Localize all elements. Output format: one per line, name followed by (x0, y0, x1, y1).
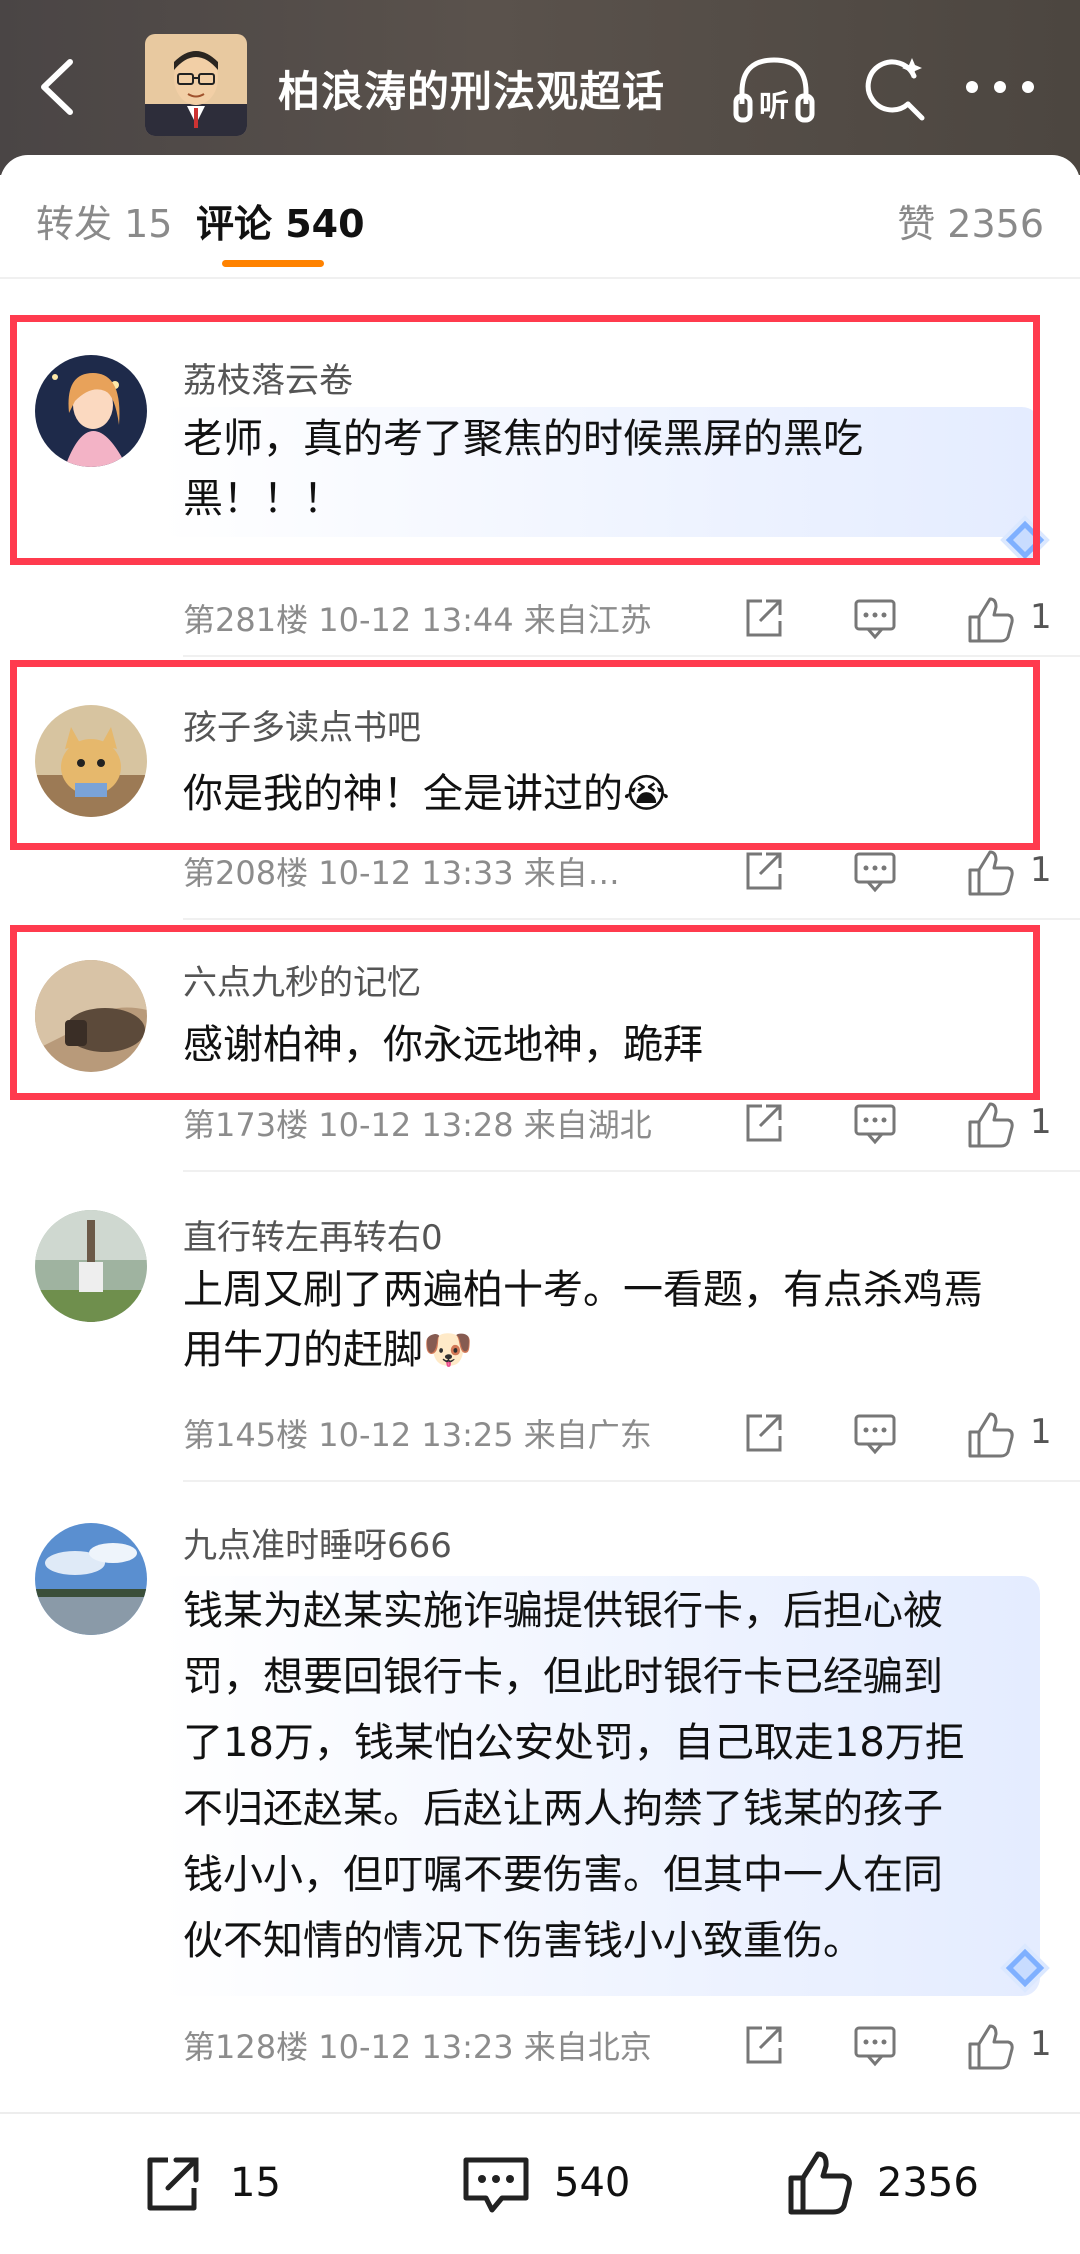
supertopic-avatar[interactable] (145, 34, 247, 136)
comment-text-line: 钱小小，但叮嘱不要伤害。但其中一人在同 (183, 1852, 943, 1898)
comment-meta: 第173楼 10-12 13:28 来自湖北 (183, 1106, 652, 1144)
divider (183, 655, 1080, 657)
avatar[interactable] (35, 1523, 147, 1635)
repost-icon[interactable] (740, 848, 786, 894)
doge-emoji: 🐶 (423, 1327, 473, 1373)
like-count: 1 (1030, 1102, 1052, 1142)
repost-icon[interactable] (740, 2022, 786, 2068)
comment-count: 540 (554, 2160, 631, 2206)
comment-text-line: 用牛刀的赶脚🐶 (183, 1327, 473, 1373)
username[interactable]: 九点准时睡呀666 (183, 1518, 452, 1567)
highlight-box (10, 660, 1040, 850)
like-icon (788, 2151, 852, 2215)
like-count: 1 (1030, 850, 1052, 890)
reply-icon[interactable] (852, 2022, 898, 2068)
like-button[interactable]: 2356 (785, 2151, 1005, 2216)
like-icon[interactable] (966, 1100, 1016, 1150)
comment-text-line: 上周又刷了两遍柏十考。一看题，有点杀鸡焉 (183, 1267, 983, 1313)
reply-icon[interactable] (852, 595, 898, 641)
tab-likes[interactable]: 赞 2356 (897, 193, 1044, 248)
divider (0, 277, 1080, 279)
comment-text-line: 了18万，钱某怕公安处罚，自己取走18万拒 (183, 1720, 965, 1766)
comment-actions: 1 (740, 848, 1052, 898)
repost-button[interactable]: 15 (140, 2152, 300, 2216)
highlight-box (10, 925, 1040, 1100)
comment-actions: 1 (740, 1410, 1052, 1460)
comment-text-line: 不归还赵某。后赵让两人拘禁了钱某的孩子 (183, 1786, 943, 1832)
tab-reposts[interactable]: 转发 15 (36, 193, 172, 248)
comment-text-line: 罚，想要回银行卡，但此时银行卡已经骗到 (183, 1654, 943, 1700)
like-count: 1 (1030, 597, 1052, 637)
listen-button[interactable]: 听 (732, 52, 816, 128)
comment-meta: 第208楼 10-12 13:33 来自… (183, 854, 620, 892)
back-icon[interactable] (34, 52, 84, 122)
repost-icon[interactable] (740, 1410, 786, 1456)
comment-meta: 第145楼 10-12 13:25 来自广东 (183, 1416, 652, 1454)
more-icon[interactable] (960, 52, 1040, 122)
comment-text: 上周又刷了两遍柏十考。一看题，有点杀鸡焉 用牛刀的赶脚🐶 (183, 1260, 1033, 1380)
like-icon[interactable] (966, 595, 1016, 645)
diamond-badge-icon (1000, 1943, 1050, 1993)
like-count: 1 (1030, 2024, 1052, 2064)
like-icon[interactable] (966, 2022, 1016, 2072)
active-tab-indicator (222, 260, 324, 267)
like-total: 2356 (877, 2160, 979, 2206)
divider (183, 918, 1080, 920)
bottom-action-bar: 15 540 2356 (0, 2112, 1080, 2254)
repost-count: 15 (230, 2160, 281, 2206)
comment-actions: 1 (740, 2022, 1052, 2072)
like-icon[interactable] (966, 848, 1016, 898)
avatar[interactable] (35, 1210, 147, 1322)
comment-icon (463, 2157, 529, 2213)
repost-icon[interactable] (740, 595, 786, 641)
divider (183, 1480, 1080, 1482)
svg-text:听: 听 (759, 89, 789, 124)
comment-actions: 1 (740, 595, 1052, 645)
repost-icon[interactable] (740, 1100, 786, 1146)
like-icon[interactable] (966, 1410, 1016, 1460)
tab-bar: 转发 15 评论 540 赞 2356 (0, 155, 1080, 275)
reply-icon[interactable] (852, 1100, 898, 1146)
search-icon[interactable] (858, 50, 930, 126)
comment-text-line: 钱某为赵某实施诈骗提供银行卡，后担心被 (183, 1588, 943, 1634)
reply-icon[interactable] (852, 1410, 898, 1456)
reply-icon[interactable] (852, 848, 898, 894)
supertopic-title[interactable]: 柏浪涛的刑法观超话 (278, 58, 665, 119)
comment-meta: 第128楼 10-12 13:23 来自北京 (183, 2028, 652, 2066)
comment-text-line: 伙不知情的情况下伤害钱小小致重伤。 (183, 1918, 863, 1964)
comment-meta: 第281楼 10-12 13:44 来自江苏 (183, 601, 652, 639)
repost-icon (147, 2157, 199, 2211)
divider (183, 1170, 1080, 1172)
tab-comments[interactable]: 评论 540 (196, 193, 365, 248)
like-count: 1 (1030, 1412, 1052, 1452)
highlight-box (10, 315, 1040, 565)
top-bar: 柏浪涛的刑法观超话 听 (0, 0, 1080, 175)
username[interactable]: 直行转左再转右0 (183, 1210, 443, 1259)
comment-actions: 1 (740, 1100, 1052, 1150)
comment-text: 钱某为赵某实施诈骗提供银行卡，后担心被 罚，想要回银行卡，但此时银行卡已经骗到 … (183, 1578, 1033, 1974)
comment-button[interactable]: 540 (460, 2152, 640, 2216)
